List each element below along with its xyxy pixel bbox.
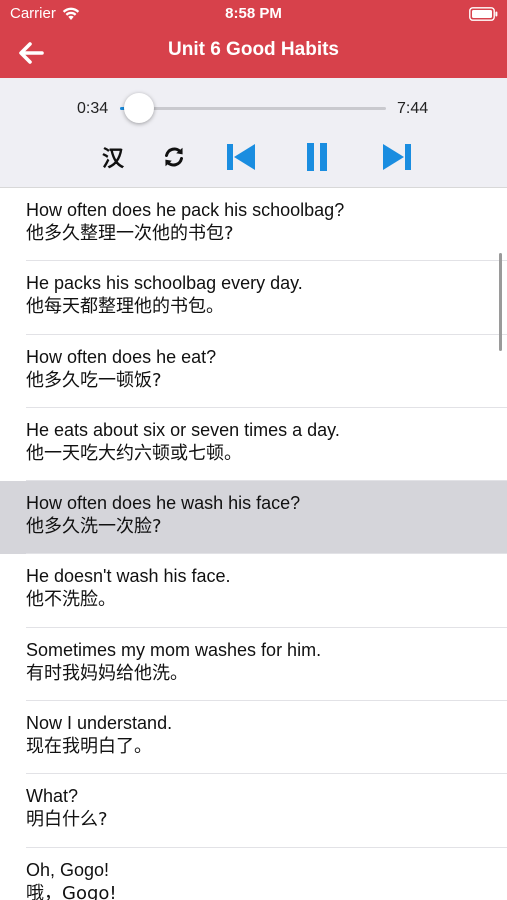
current-time: 0:34: [77, 100, 109, 117]
sentence-english: How often does he wash his face?: [26, 493, 301, 514]
sentence-english: How often does he pack his schoolbag?: [26, 200, 345, 220]
sentence-row[interactable]: Now I understand. 现在我明白了。: [0, 701, 507, 775]
sentence-english: He doesn't wash his face.: [26, 566, 231, 587]
sentence-chinese: 他多久吃一顿饭?: [26, 369, 162, 391]
sentence-row[interactable]: He eats about six or seven times a day. 他…: [0, 407, 507, 482]
skip-next-icon: [383, 144, 411, 170]
total-time: 7:44: [397, 100, 429, 117]
sentence-chinese: 他每天都整理他的书包。: [26, 296, 224, 318]
sentence-list[interactable]: How often does he pack his schoolbag? 他多久…: [0, 188, 507, 900]
clock: 8:58 PM: [225, 5, 282, 22]
sentence-chinese: 哦，Gogo!: [26, 882, 117, 900]
repeat-icon: [165, 147, 183, 167]
status-bar: Carrier 8:58 PM: [0, 0, 507, 28]
sentence-english: He eats about six or seven times a day.: [26, 419, 340, 440]
sentence-chinese: 有时我妈妈给他洗。: [26, 662, 188, 684]
pause-icon: [307, 143, 327, 171]
skip-previous-icon: [227, 144, 255, 170]
sentence-row[interactable]: He packs his schoolbag every day. 他每天都整理他…: [0, 261, 507, 335]
sentence-chinese: 现在我明白了。: [26, 736, 152, 758]
sentence-row[interactable]: What? 明白什么?: [0, 774, 507, 848]
sentence-chinese: 他多久整理一次他的书包?: [26, 223, 234, 244]
sentence-row[interactable]: Sometimes my mom washes for him. 有时我妈妈给他洗…: [0, 627, 507, 702]
sentence-english: How often does he eat?: [26, 346, 217, 367]
sentence-row[interactable]: He doesn't wash his face. 他不洗脸。: [0, 554, 507, 628]
sentence-chinese: 他不洗脸。: [26, 589, 116, 611]
sentence-row[interactable]: How often does he wash his face? 他多久洗一次脸?: [0, 481, 507, 555]
sentence-english: He packs his schoolbag every day.: [26, 273, 303, 294]
pause-button[interactable]: [303, 140, 331, 174]
sentence-row[interactable]: How often does he eat? 他多久吃一顿饭?: [0, 334, 507, 408]
sentence-row[interactable]: How often does he pack his schoolbag? 他多久…: [0, 188, 507, 262]
repeat-button[interactable]: [160, 140, 188, 174]
audio-player: 0:34 7:44 汉: [0, 78, 507, 188]
page-title: Unit 6 Good Habits: [168, 39, 339, 60]
chinese-toggle-button[interactable]: 汉: [98, 140, 128, 174]
sentence-chinese: 明白什么?: [26, 809, 108, 831]
battery-icon: [469, 7, 499, 25]
scroll-indicator: [499, 253, 502, 351]
sentence-row[interactable]: Oh, Gogo! 哦，Gogo!: [0, 847, 507, 900]
slider-thumb[interactable]: [124, 93, 155, 123]
sentence-chinese: 他多久洗一次脸?: [26, 516, 162, 538]
sentence-english: Now I understand.: [26, 713, 173, 734]
sentence-english: Sometimes my mom washes for him.: [26, 639, 322, 660]
previous-button[interactable]: [224, 140, 258, 174]
sentence-english: Oh, Gogo!: [26, 859, 110, 880]
progress-slider[interactable]: [120, 93, 386, 123]
sentence-chinese: 他一天吃大约六顿或七顿。: [26, 442, 242, 464]
sentence-english: What?: [26, 786, 79, 807]
next-button[interactable]: [380, 140, 414, 174]
navigation-bar: Unit 6 Good Habits: [0, 28, 507, 78]
